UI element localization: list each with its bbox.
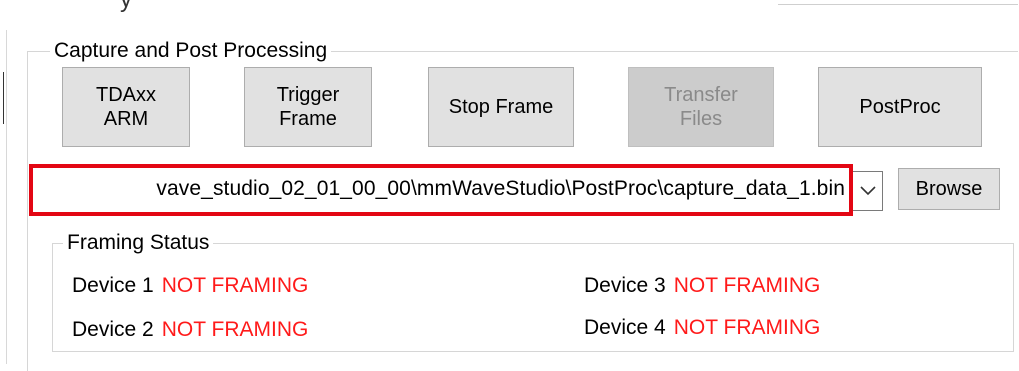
device-label: Device 1	[72, 274, 154, 297]
file-path-text[interactable]: vave_studio_02_01_00_00\mmWaveStudio\Pos…	[156, 177, 845, 201]
postproc-button[interactable]: PostProc	[818, 67, 982, 147]
capture-group-legend: Capture and Post Processing	[54, 39, 328, 62]
framing-status-value: NOT FRAMING	[161, 274, 309, 297]
device-4-status: Device 4 NOT FRAMING	[584, 316, 820, 340]
window-left-edge	[0, 30, 10, 364]
device-2-status: Device 2 NOT FRAMING	[72, 318, 308, 342]
tdaxx-arm-button[interactable]: TDAxx ARM	[62, 67, 190, 147]
framing-status-value: NOT FRAMING	[673, 274, 821, 297]
transfer-files-button[interactable]: Transfer Files	[628, 67, 774, 147]
divider	[6, 30, 7, 364]
file-path-combobox[interactable]: vave_studio_02_01_00_00\mmWaveStudio\Pos…	[29, 164, 853, 216]
chevron-down-icon	[859, 186, 876, 196]
stop-frame-button[interactable]: Stop Frame	[428, 67, 574, 147]
framing-status-value: NOT FRAMING	[673, 316, 821, 339]
device-1-status: Device 1 NOT FRAMING	[72, 274, 308, 298]
divider	[778, 4, 1018, 5]
device-label: Device 2	[72, 318, 154, 341]
text-cursor	[3, 72, 4, 124]
browse-button[interactable]: Browse	[898, 168, 1000, 210]
dropdown-button[interactable]	[853, 171, 883, 211]
framing-status-legend: Framing Status	[67, 231, 210, 254]
device-label: Device 3	[584, 274, 666, 297]
device-label: Device 4	[584, 316, 666, 339]
trigger-frame-button[interactable]: Trigger Frame	[244, 67, 372, 147]
framing-status-value: NOT FRAMING	[161, 318, 309, 341]
device-3-status: Device 3 NOT FRAMING	[584, 274, 820, 298]
window-top-edge: y	[0, 0, 1019, 13]
cut-off-text: y	[120, 0, 132, 14]
